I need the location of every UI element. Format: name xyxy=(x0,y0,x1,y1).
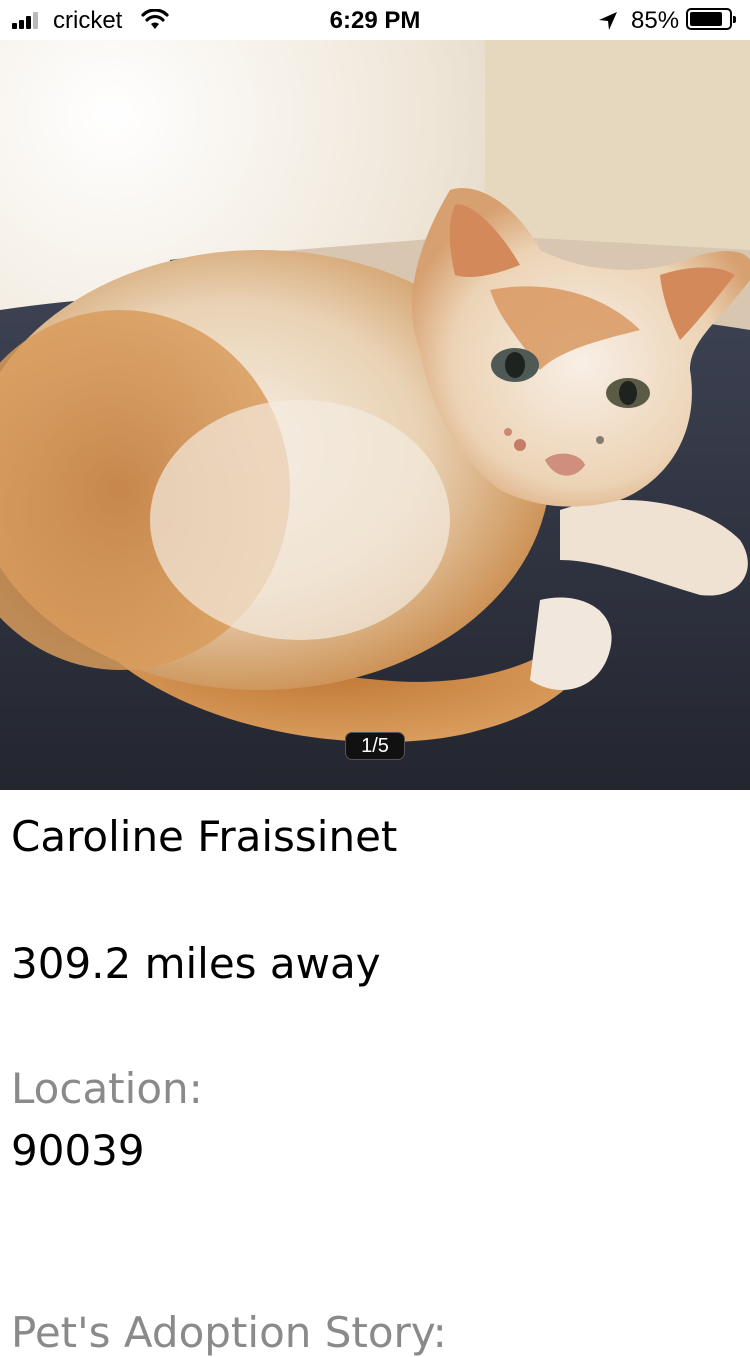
adoption-story-label: Pet's Adoption Story: xyxy=(11,1308,447,1357)
location-label: Location: xyxy=(11,1064,203,1113)
photo-counter-badge: 1/5 xyxy=(345,732,405,760)
owner-name: Caroline Fraissinet xyxy=(11,812,398,861)
distance-text: 309.2 miles away xyxy=(11,939,381,988)
location-value: 90039 xyxy=(11,1126,145,1175)
location-arrow-icon xyxy=(599,12,617,30)
battery-icon xyxy=(686,8,736,30)
pet-photo-gallery[interactable]: 1/5 xyxy=(0,40,750,790)
pet-photo xyxy=(0,40,750,790)
status-bar: cricket 6:29 PM 85% xyxy=(0,0,750,40)
battery-percent: 85% xyxy=(631,7,680,34)
